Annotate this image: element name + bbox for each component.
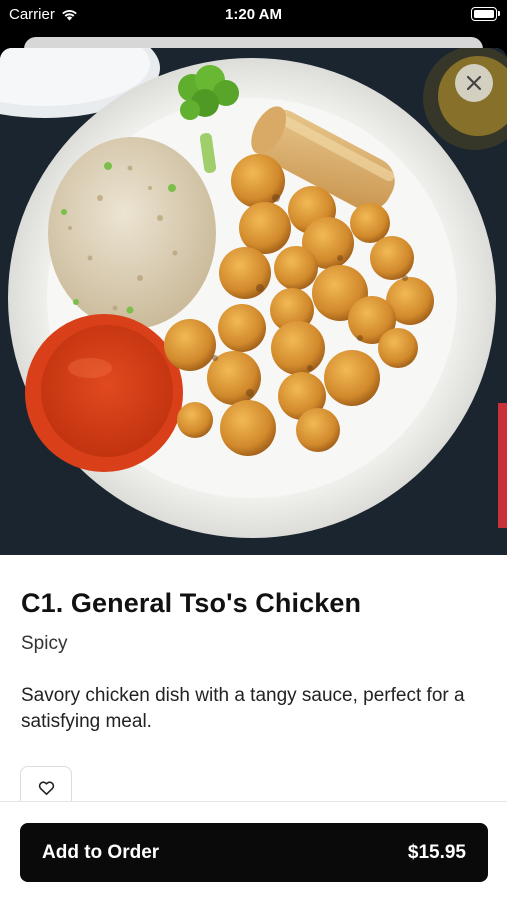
add-to-order-label: Add to Order <box>42 841 160 863</box>
heart-icon <box>38 780 54 795</box>
status-time: 1:20 AM <box>225 6 282 23</box>
favorite-button[interactable] <box>20 766 72 806</box>
battery-icon <box>471 7 500 21</box>
item-detail-sheet: C1. General Tso's Chicken Spicy Savory c… <box>0 48 507 900</box>
item-title: C1. General Tso's Chicken <box>21 588 362 618</box>
general-tsos-chicken-photo <box>0 48 507 555</box>
item-info: C1. General Tso's Chicken Spicy Savory c… <box>21 588 487 735</box>
item-price: $15.95 <box>407 841 466 863</box>
item-tag: Spicy <box>21 633 68 654</box>
close-button[interactable] <box>455 64 493 102</box>
close-icon <box>466 75 482 91</box>
status-bar: Carrier 1:20 AM <box>0 0 507 30</box>
order-footer: Add to Order $15.95 <box>0 801 507 900</box>
add-to-order-button[interactable]: Add to Order $15.95 <box>20 823 488 882</box>
food-photo-illustration <box>0 48 507 555</box>
item-description: Savory chicken dish with a tangy sauce, … <box>21 685 465 732</box>
